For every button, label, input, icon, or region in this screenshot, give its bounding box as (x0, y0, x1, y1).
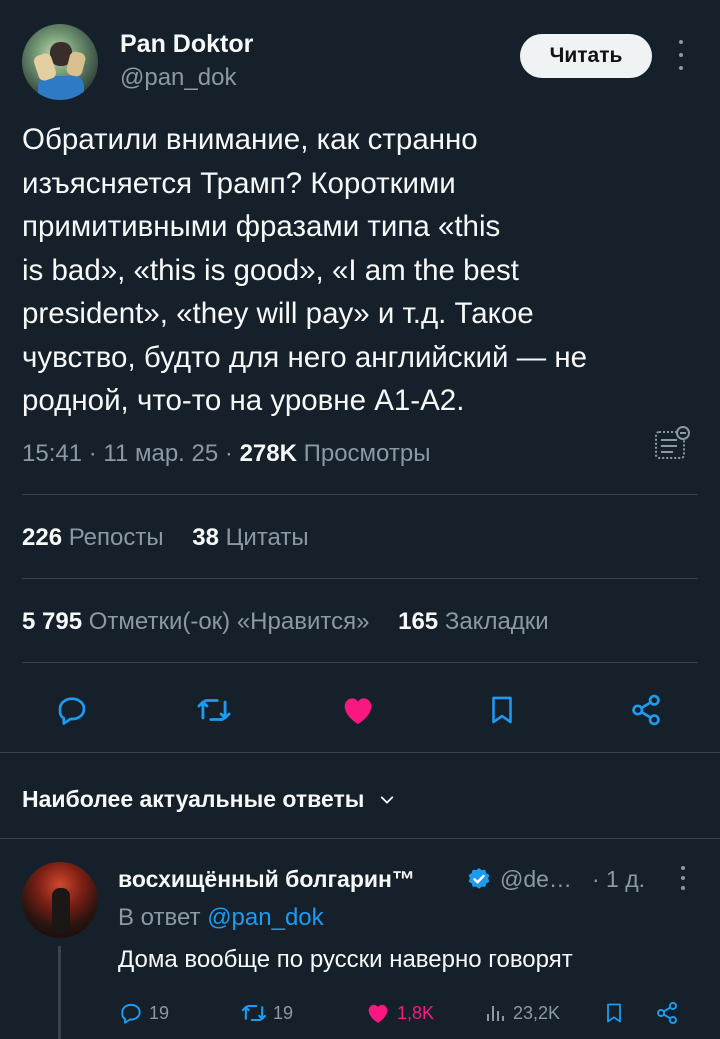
reply-author-avatar[interactable] (22, 862, 98, 938)
tweet-text-line: Обратили внимание, как странно (22, 123, 478, 156)
section-divider (0, 752, 720, 753)
reply-to-prefix: В ответ (118, 904, 201, 931)
quotes-count[interactable]: 38 (192, 524, 219, 551)
tweet-text-line: родной, что-то на уровне A1-A2. (22, 384, 465, 417)
like-button[interactable] (334, 686, 382, 734)
thread-line (58, 946, 61, 1039)
tweet-text-line: примитивными фразами типа «this (22, 210, 501, 243)
views-icon (487, 1006, 504, 1021)
divider (22, 662, 698, 663)
retweet-icon (197, 699, 231, 721)
share-icon (657, 1001, 677, 1025)
chevron-down-icon (381, 795, 394, 804)
reply-reply-count: 19 (149, 1002, 170, 1023)
quotes-label[interactable]: Цитаты (226, 524, 309, 551)
bookmark-button[interactable] (478, 686, 526, 734)
share-button[interactable] (622, 686, 670, 734)
section-divider (0, 838, 720, 839)
reply-views-count: 23,2K (513, 1002, 561, 1023)
tweet-text-line: is bad», «this is good», «I am the best (22, 253, 519, 287)
tweet-text-line: president», «they will pay» и т.д. Такое (22, 297, 534, 330)
reply-text: Дома вообще по русски наверно говорят (118, 946, 573, 973)
reply-retweet-count: 19 (273, 1002, 294, 1023)
stats-reposts-quotes: 226 Репосты 38 Цитаты (22, 524, 331, 552)
stats-likes-bookmarks: 5 795 Отметки(-ок) «Нравится» 165 Заклад… (22, 608, 571, 636)
like-icon (344, 698, 372, 725)
replies-sort-dropdown[interactable]: Наиболее актуальные ответы (22, 786, 396, 813)
reply-more-options-icon[interactable] (678, 866, 688, 890)
author-display-name[interactable]: Pan Doktor (120, 30, 253, 59)
reply-share-button[interactable] (654, 998, 680, 1028)
bookmarks-label[interactable]: Закладки (445, 608, 549, 635)
divider (22, 578, 698, 579)
views-count: 278K (239, 440, 297, 467)
follow-button[interactable]: Читать (520, 34, 652, 78)
verified-badge-icon (468, 867, 490, 889)
like-icon (368, 1004, 388, 1023)
reposts-label[interactable]: Репосты (69, 524, 164, 551)
retweet-icon (241, 1004, 267, 1022)
tweet-text: Обратили внимание, как странно изъясняет… (22, 118, 702, 423)
reply-views-button[interactable]: 23,2K (484, 998, 560, 1028)
tweet-text-line: изъясняется Трамп? Короткими (22, 166, 456, 200)
author-handle[interactable]: @pan_dok (120, 64, 236, 92)
reply-icon (121, 1003, 141, 1024)
analytics-icon[interactable] (652, 424, 692, 464)
reply-time[interactable]: · 1 д. (592, 866, 645, 893)
reply-icon (58, 697, 86, 725)
bookmarks-count[interactable]: 165 (398, 608, 438, 635)
views-label: Просмотры (303, 440, 431, 467)
likes-label[interactable]: Отметки(-ок) «Нравится» (89, 608, 370, 635)
retweet-button[interactable] (190, 686, 238, 734)
reply-like-button[interactable]: 1,8K (364, 998, 434, 1028)
reply-bookmark-button[interactable] (602, 998, 626, 1028)
reply-like-count: 1,8K (397, 1002, 435, 1023)
more-options-icon[interactable] (676, 40, 686, 70)
reply-button[interactable] (48, 686, 96, 734)
bookmark-icon (492, 696, 512, 724)
reply-reply-button[interactable]: 19 (118, 998, 169, 1028)
tweet-text-line: чувство, будто для него английский — не (22, 340, 588, 374)
reply-author-handle[interactable]: @de… (500, 866, 572, 893)
reposts-count[interactable]: 226 (22, 524, 62, 551)
author-avatar[interactable] (22, 24, 98, 100)
reply-author-name[interactable]: восхищённый болгарин™ (118, 866, 415, 893)
share-icon (632, 694, 660, 726)
replies-sort-label: Наиболее актуальные ответы (22, 786, 365, 812)
likes-count[interactable]: 5 795 (22, 608, 82, 635)
reply-to-handle[interactable]: @pan_dok (207, 904, 323, 931)
tweet-date[interactable]: 11 мар. 25 (103, 440, 218, 467)
divider (22, 494, 698, 495)
tweet-time[interactable]: 15:41 (22, 440, 82, 467)
reply-retweet-button[interactable]: 19 (240, 998, 293, 1028)
tweet-meta: 15:41 · 11 мар. 25 · 278K Просмотры (22, 440, 431, 467)
reply-to-line: В ответ @pan_dok (118, 904, 324, 932)
bookmark-icon (607, 1003, 621, 1023)
